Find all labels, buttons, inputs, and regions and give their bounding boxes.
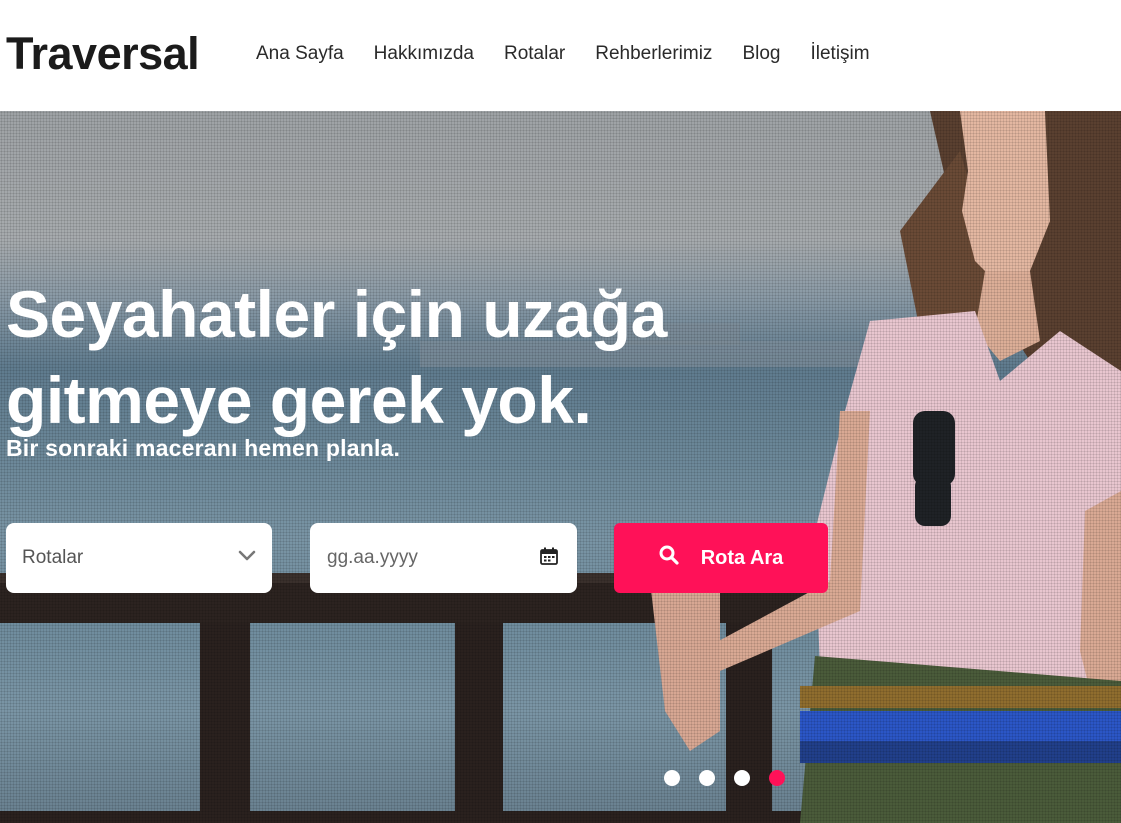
carousel-pagination	[664, 770, 785, 786]
route-search-button[interactable]: Rota Ara	[614, 523, 828, 593]
date-input[interactable]: gg.aa.yyyy	[310, 523, 577, 593]
nav-item-iletisim[interactable]: İletişim	[810, 43, 869, 65]
carousel-dot-1[interactable]	[664, 770, 680, 786]
carousel-dot-4[interactable]	[769, 770, 785, 786]
route-search-button-label: Rota Ara	[700, 546, 784, 569]
route-select[interactable]: Rotalar	[6, 523, 272, 593]
hero-section: Seyahatler için uzağa gitmeye gerek yok.…	[0, 111, 1121, 823]
hero-headline: Seyahatler için uzağa gitmeye gerek yok.	[6, 271, 706, 443]
carousel-dot-2[interactable]	[699, 770, 715, 786]
nav-item-rehberlerimiz[interactable]: Rehberlerimiz	[595, 43, 712, 65]
hero-subheadline: Bir sonraki maceranı hemen planla.	[6, 435, 401, 461]
site-header: Traversal Ana Sayfa Hakkımızda Rotalar R…	[0, 0, 1121, 111]
nav-item-rotalar[interactable]: Rotalar	[504, 43, 565, 65]
hero-headline-line-1: Seyahatler için uzağa	[6, 277, 667, 351]
hero-dot-overlay	[0, 111, 1121, 823]
search-icon	[659, 545, 679, 571]
nav-item-blog[interactable]: Blog	[742, 43, 780, 65]
chevron-down-icon	[238, 549, 256, 567]
nav-item-ana-sayfa[interactable]: Ana Sayfa	[256, 43, 344, 65]
carousel-dot-3[interactable]	[734, 770, 750, 786]
site-logo[interactable]: Traversal	[6, 28, 200, 80]
date-input-placeholder: gg.aa.yyyy	[327, 547, 418, 568]
route-select-value: Rotalar	[22, 547, 84, 568]
main-nav: Ana Sayfa Hakkımızda Rotalar Rehberlerim…	[256, 43, 870, 65]
hero-headline-line-2: gitmeye gerek yok.	[6, 363, 592, 437]
nav-item-hakkimizda[interactable]: Hakkımızda	[374, 43, 474, 65]
calendar-icon[interactable]	[539, 546, 559, 571]
